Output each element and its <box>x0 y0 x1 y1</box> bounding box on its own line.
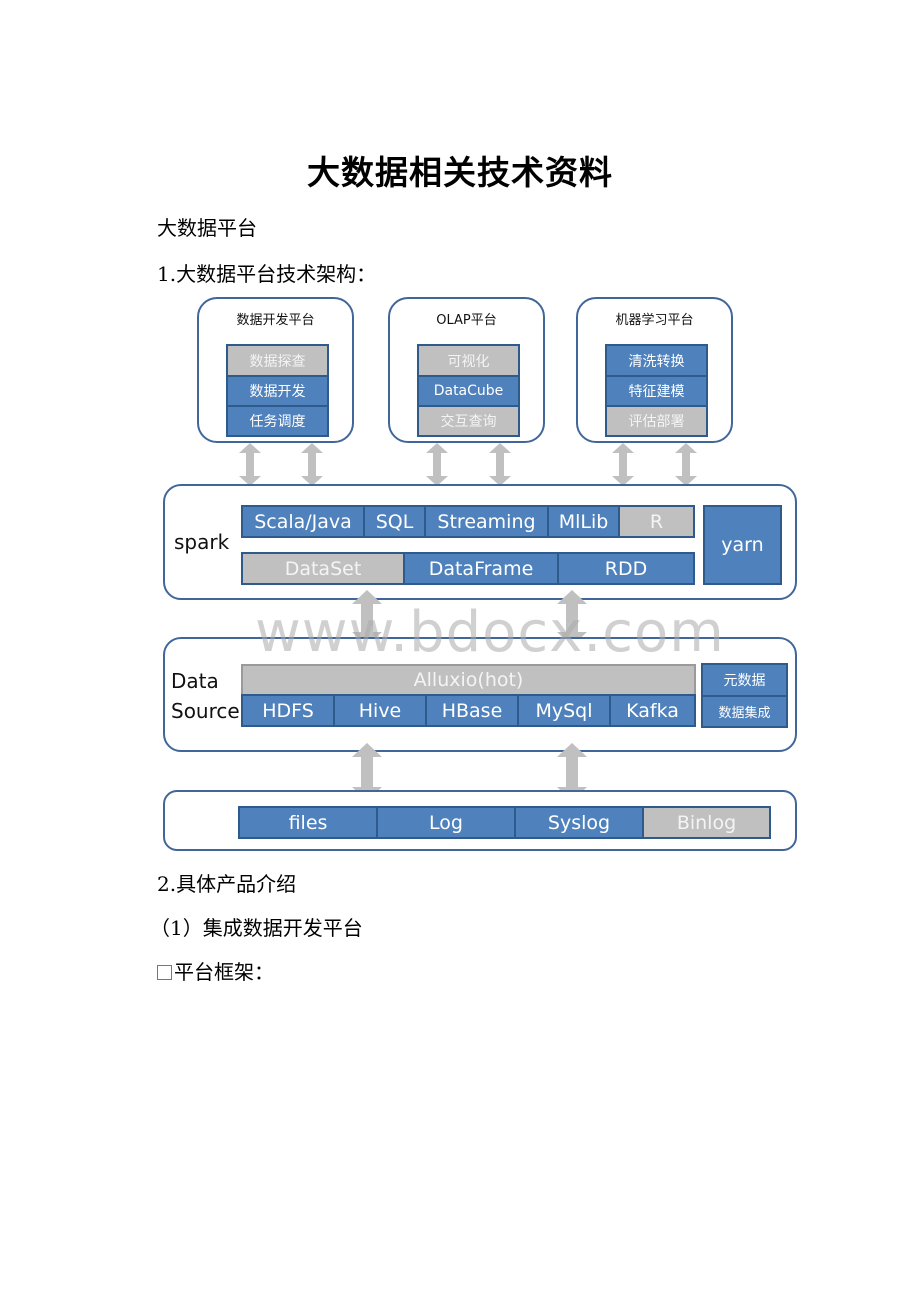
double-arrow-icon <box>489 443 511 486</box>
layer-spark: spark Scala/Java SQL Streaming MlLib R D… <box>163 484 797 600</box>
platform-title: 数据开发平台 <box>236 313 315 328</box>
spark-api: DataSet <box>241 552 405 585</box>
datastore: Kafka <box>609 694 696 727</box>
platform-item: 特征建模 <box>605 375 708 407</box>
alluxio-cache: Alluxio(hot) <box>241 664 696 696</box>
double-arrow-icon <box>301 443 323 486</box>
item-products: 2.具体产品介绍 <box>157 872 297 896</box>
spark-component: Streaming <box>424 505 549 538</box>
platform-title: OLAP平台 <box>436 313 497 328</box>
platform-ml: 机器学习平台 清洗转换 特征建模 评估部署 <box>576 297 733 443</box>
double-arrow-icon <box>612 443 634 486</box>
platform-item: 数据探查 <box>226 344 329 377</box>
layer-sources: files Log Syslog Binlog <box>163 790 797 851</box>
spark-component: R <box>618 505 695 538</box>
source-item: files <box>238 806 378 839</box>
source-item: Binlog <box>642 806 771 839</box>
platform-item: 可视化 <box>417 344 520 377</box>
platform-item: DataCube <box>417 375 520 407</box>
platform-item: 交互查询 <box>417 405 520 437</box>
double-arrow-icon <box>426 443 448 486</box>
double-arrow-icon <box>675 443 697 486</box>
source-item: Syslog <box>514 806 644 839</box>
layer-datasource: Data Source Alluxio(hot) HDFS Hive HBase… <box>163 637 797 752</box>
datastore: MySql <box>517 694 611 727</box>
spark-component: Scala/Java <box>241 505 365 538</box>
architecture-diagram: 数据开发平台 数据探查 数据开发 任务调度 OLAP平台 可视化 DataCub… <box>0 0 920 1302</box>
metadata-box: 元数据 <box>701 663 788 697</box>
layer-label-data: Data <box>171 669 219 693</box>
spark-component: SQL <box>363 505 426 538</box>
double-arrow-icon <box>239 443 261 486</box>
platform-item: 清洗转换 <box>605 344 708 377</box>
datastore: HBase <box>425 694 519 727</box>
platform-item: 任务调度 <box>226 405 329 437</box>
platform-item: 数据开发 <box>226 375 329 407</box>
item-integrated-platform: （1）集成数据开发平台 <box>150 916 363 940</box>
platform-olap: OLAP平台 可视化 DataCube 交互查询 <box>388 297 545 443</box>
spark-api: RDD <box>557 552 695 585</box>
yarn-box: yarn <box>703 505 782 585</box>
layer-label-source: Source <box>171 699 240 723</box>
datastore: HDFS <box>241 694 335 727</box>
source-item: Log <box>376 806 516 839</box>
datastore: Hive <box>333 694 427 727</box>
spark-component: MlLib <box>547 505 620 538</box>
item-framework: 平台框架： <box>157 956 274 985</box>
platform-title: 机器学习平台 <box>615 313 694 328</box>
framework-label: 平台框架： <box>174 960 274 984</box>
platform-data-dev: 数据开发平台 数据探查 数据开发 任务调度 <box>197 297 354 443</box>
layer-label-spark: spark <box>174 530 230 554</box>
platform-item: 评估部署 <box>605 405 708 437</box>
data-integration-box: 数据集成 <box>701 695 788 728</box>
bullet-box-icon <box>157 965 172 980</box>
spark-api: DataFrame <box>403 552 559 585</box>
